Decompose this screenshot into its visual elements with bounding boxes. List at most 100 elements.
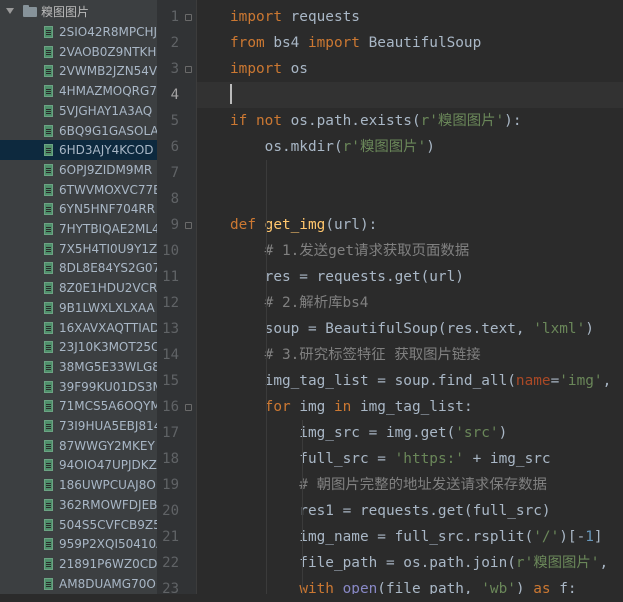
file-tree-item[interactable]: 7X5H4TI0U9Y1Z [0,239,157,259]
code-token: import [230,61,282,77]
code-line[interactable]: res1 = requests.get(full_src) [197,498,623,524]
code-token: import [230,9,282,25]
fold-marker-icon[interactable] [185,404,192,411]
file-tree-item[interactable]: 4HMAZMOQRG7 [0,81,157,101]
file-tree-item[interactable]: 2SIO42R8MPCHJ [0,22,157,42]
expand-arrow-icon[interactable] [6,8,14,14]
code-line[interactable]: with open(file_path, 'wb') as f: [197,576,623,594]
folder-icon [23,5,37,17]
file-tree-item[interactable]: 87WWGY2MKEY [0,436,157,456]
code-token: r'糗图图片' [420,113,505,129]
code-line[interactable]: soup = BeautifulSoup(res.text, 'lxml') [197,316,623,342]
file-tree-item[interactable]: 2VWMB2JZN54V [0,61,157,81]
file-tree-item[interactable]: AM8DUAMG70O [0,574,157,594]
file-tree-item[interactable]: 6TWVMOXVC77E [0,180,157,200]
code-token: with [299,581,343,594]
file-tree-item[interactable]: 8Z0E1HDU2VCR [0,278,157,298]
code-line[interactable]: from bs4 import BeautifulSoup [197,30,623,56]
code-line[interactable]: # 1.发送get请求获取页面数据 [197,238,623,264]
code-line[interactable]: # 2.解析库bs4 [197,290,623,316]
code-line[interactable] [197,160,623,186]
code-token: , [599,555,609,571]
image-file-icon [44,282,53,295]
code-token: 'img' [559,373,603,389]
file-tree-item[interactable]: 9B1LWXLXLXAA [0,298,157,318]
code-line[interactable]: # 朝图片完整的地址发送请求保存数据 [197,472,623,498]
code-token: img_tag_list = soup.find_all( [230,373,516,389]
image-file-icon [44,341,53,354]
code-line[interactable]: file_path = os.path.join(r'糗图图片', [197,550,623,576]
code-token: , [602,373,612,389]
code-line[interactable]: def get_img(url): [197,212,623,238]
image-file-icon [44,65,53,78]
code-token: name [515,373,551,389]
code-line[interactable]: if not os.path.exists(r'糗图图片'): [197,108,623,134]
code-line[interactable]: for img in img_tag_list: [197,394,623,420]
file-tree-item[interactable]: 6HD3AJY4KCOD [0,140,157,161]
image-file-icon [44,538,53,551]
file-tree-item[interactable]: 8DL8E84YS2G07 [0,258,157,278]
file-tree-item[interactable]: 5VJGHAY1A3AQ [0,101,157,121]
file-tree-item[interactable]: 23J10K3MOT25C [0,337,157,357]
line-number: 23 [162,581,179,597]
code-token: BeautifulSoup [359,35,482,51]
file-name-label: 9B1LWXLXLXAA [59,300,155,315]
file-tree-item[interactable]: 6OPJ9ZIDM9MR [0,160,157,180]
file-name-label: 959P2XQI50410A [59,537,157,552]
code-token: from [230,35,265,51]
file-tree-item[interactable]: 504S5CVFCB9Z5 [0,515,157,535]
image-file-icon [44,301,53,314]
code-token: for [264,399,291,415]
code-editor[interactable]: import requests from bs4 import Beautiful… [197,0,623,594]
code-line[interactable]: img_tag_list = soup.find_all(name='img', [197,368,623,394]
code-token: import [307,35,360,51]
code-line[interactable]: os.mkdir(r'糗图图片') [197,134,623,160]
code-line[interactable]: # 3.研究标签特征 获取图片链接 [197,342,623,368]
code-token: in [333,399,352,415]
image-file-icon [44,557,53,570]
code-line[interactable]: import os [197,56,623,82]
file-tree-item[interactable]: 38MG5E33WLG8 [0,357,157,377]
file-name-label: 71MCS5A6OQYM [59,399,157,414]
file-tree-item[interactable]: 362RMOWFDJEB [0,495,157,515]
file-tree-item[interactable]: 959P2XQI50410A [0,534,157,554]
file-tree-item[interactable]: 73I9HUA5EBJ814 [0,416,157,436]
file-tree-item[interactable]: 21891P6WZ0CDX [0,554,157,574]
file-name-label: 4HMAZMOQRG7 [59,84,157,99]
file-tree-item[interactable]: 186UWPCUAJ8O [0,475,157,495]
file-name-label: 5VJGHAY1A3AQ [59,103,153,118]
line-number-gutter: 1 2 3 4 5 6 7 8 9 10 11 12 13 14 15 16 17 18 19 20 21 22 23 [157,0,197,597]
code-line[interactable] [197,186,623,212]
file-tree-item[interactable]: 6YN5HNF704RR [0,199,157,219]
code-token: full_src = [230,451,395,467]
code-token: ): [504,113,522,129]
code-line[interactable] [197,82,623,108]
fold-marker-icon[interactable] [185,14,192,21]
code-line[interactable]: img_src = img.get('src') [197,420,623,446]
fold-marker-icon[interactable] [185,222,192,229]
code-line[interactable]: res = requests.get(url) [197,264,623,290]
file-tree-item[interactable]: 94OIO47UPJDKZ [0,455,157,475]
file-tree-item[interactable]: 39F99KU01DS3M [0,377,157,397]
image-file-icon [44,242,53,255]
file-tree-item[interactable]: 16XAVXAQTTIAD [0,318,157,338]
image-file-icon [44,183,53,196]
file-tree-item[interactable]: 6BQ9G1GASOLA [0,121,157,141]
line-number: 15 [162,373,179,389]
file-tree-item[interactable]: 2VAOB0Z9NTKH [0,42,157,62]
file-tree-item[interactable]: 71MCS5A6OQYM [0,396,157,416]
project-tree-panel[interactable]: 糗图图片 2SIO42R8MPCHJ 2VAOB0Z9NTKH 2VWMB2JZN5… [0,0,157,594]
file-tree-item[interactable]: 7HYTBIQAE2ML4 [0,219,157,239]
code-line[interactable]: full_src = 'https:' + img_src [197,446,623,472]
line-number: 19 [162,477,179,493]
tree-folder-row[interactable]: 糗图图片 [0,2,157,22]
file-name-label: 362RMOWFDJEB [59,497,157,512]
code-token: soup = BeautifulSoup(res.text, [230,321,534,337]
code-token: ] [593,529,603,545]
line-number: 21 [162,529,179,545]
fold-marker-icon[interactable] [185,66,192,73]
code-line[interactable]: img_name = full_src.rsplit('/')[-1] [197,524,623,550]
line-number: 3 [170,61,179,77]
code-line[interactable]: import requests [197,4,623,30]
line-number: 4 [170,87,179,103]
